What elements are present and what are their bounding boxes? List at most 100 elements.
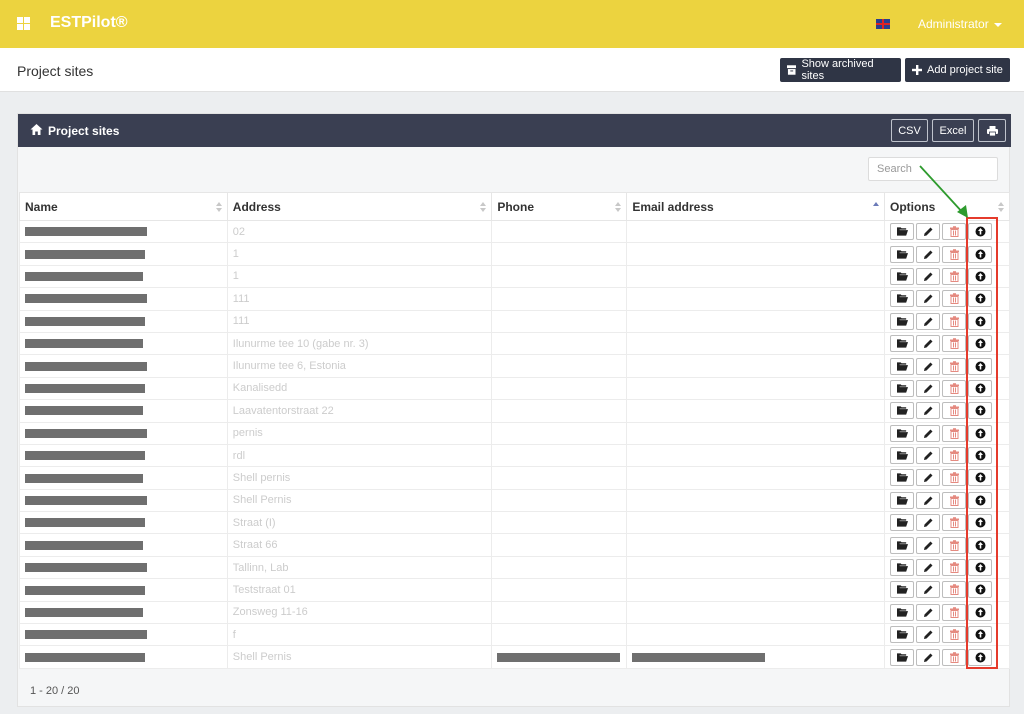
info-button[interactable]	[968, 581, 993, 599]
table-row[interactable]: Shell Pernis	[19, 645, 1010, 669]
name-cell[interactable]	[19, 466, 228, 490]
table-row[interactable]: Kanalisedd	[19, 376, 1010, 401]
name-cell[interactable]	[19, 354, 228, 378]
edit-button[interactable]	[916, 559, 941, 577]
name-cell[interactable]	[19, 511, 228, 535]
name-cell[interactable]	[19, 219, 228, 244]
open-button[interactable]	[890, 514, 915, 532]
delete-button[interactable]	[942, 245, 967, 263]
name-cell[interactable]	[19, 623, 228, 647]
delete-button[interactable]	[942, 424, 967, 442]
edit-button[interactable]	[916, 491, 941, 509]
table-row[interactable]: Zonsweg 11-16	[19, 600, 1010, 625]
info-button[interactable]	[968, 536, 993, 554]
edit-button[interactable]	[916, 447, 941, 465]
info-button[interactable]	[968, 626, 993, 644]
delete-button[interactable]	[942, 491, 967, 509]
open-button[interactable]	[890, 626, 915, 644]
table-row[interactable]: Tallinn, Lab	[19, 555, 1010, 580]
name-cell[interactable]	[19, 443, 228, 468]
delete-button[interactable]	[942, 223, 967, 241]
table-row[interactable]: 111	[19, 309, 1010, 333]
name-cell[interactable]	[19, 331, 228, 356]
open-button[interactable]	[890, 581, 915, 599]
print-button[interactable]	[978, 119, 1006, 142]
open-button[interactable]	[890, 223, 915, 241]
info-button[interactable]	[968, 491, 993, 509]
edit-button[interactable]	[916, 223, 941, 241]
name-cell[interactable]	[19, 264, 228, 289]
open-button[interactable]	[890, 424, 915, 442]
table-row[interactable]: Shell pernis	[19, 466, 1010, 490]
name-cell[interactable]	[19, 287, 228, 311]
info-button[interactable]	[968, 559, 993, 577]
edit-button[interactable]	[916, 469, 941, 487]
column-header-address[interactable]: Address	[226, 192, 493, 221]
column-header-email[interactable]: Email address	[626, 192, 886, 221]
edit-button[interactable]	[916, 245, 941, 263]
add-project-site-button[interactable]: Add project site	[905, 58, 1010, 82]
info-button[interactable]	[968, 379, 993, 397]
info-button[interactable]	[968, 267, 993, 285]
open-button[interactable]	[890, 491, 915, 509]
delete-button[interactable]	[942, 581, 967, 599]
name-cell[interactable]	[19, 488, 228, 513]
open-button[interactable]	[890, 447, 915, 465]
edit-button[interactable]	[916, 402, 941, 420]
table-row[interactable]: Laavatentorstraat 22	[19, 399, 1010, 423]
info-button[interactable]	[968, 290, 993, 308]
table-row[interactable]: Shell Pernis	[19, 488, 1010, 513]
open-button[interactable]	[890, 559, 915, 577]
delete-button[interactable]	[942, 469, 967, 487]
edit-button[interactable]	[916, 335, 941, 353]
info-button[interactable]	[968, 514, 993, 532]
open-button[interactable]	[890, 290, 915, 308]
column-header-name[interactable]: Name	[19, 192, 228, 221]
open-button[interactable]	[890, 648, 915, 666]
uk-flag-icon[interactable]	[876, 19, 890, 29]
csv-button[interactable]: CSV	[891, 119, 928, 142]
name-cell[interactable]	[19, 399, 228, 423]
search-input[interactable]: Search	[868, 157, 998, 181]
edit-button[interactable]	[916, 603, 941, 621]
table-row[interactable]: Teststraat 01	[19, 578, 1010, 602]
delete-button[interactable]	[942, 648, 967, 666]
info-button[interactable]	[968, 223, 993, 241]
name-cell[interactable]	[19, 600, 228, 625]
name-cell[interactable]	[19, 645, 228, 669]
edit-button[interactable]	[916, 626, 941, 644]
edit-button[interactable]	[916, 312, 941, 330]
excel-button[interactable]: Excel	[932, 119, 974, 142]
table-row[interactable]: pernis	[19, 421, 1010, 445]
table-row[interactable]: Straat 66	[19, 533, 1010, 557]
open-button[interactable]	[890, 603, 915, 621]
table-row[interactable]: Ilunurme tee 10 (gabe nr. 3)	[19, 331, 1010, 356]
table-row[interactable]: rdl	[19, 443, 1010, 468]
open-button[interactable]	[890, 536, 915, 554]
table-row[interactable]: 1	[19, 242, 1010, 266]
delete-button[interactable]	[942, 514, 967, 532]
open-button[interactable]	[890, 402, 915, 420]
name-cell[interactable]	[19, 533, 228, 557]
column-header-options[interactable]: Options	[884, 192, 1010, 221]
open-button[interactable]	[890, 267, 915, 285]
open-button[interactable]	[890, 335, 915, 353]
info-button[interactable]	[968, 245, 993, 263]
info-button[interactable]	[968, 357, 993, 375]
delete-button[interactable]	[942, 402, 967, 420]
apps-grid-icon[interactable]	[17, 17, 30, 30]
delete-button[interactable]	[942, 379, 967, 397]
info-button[interactable]	[968, 424, 993, 442]
show-archived-button[interactable]: Show archived sites	[780, 58, 901, 82]
info-button[interactable]	[968, 402, 993, 420]
edit-button[interactable]	[916, 536, 941, 554]
table-row[interactable]: 111	[19, 287, 1010, 311]
brand-name[interactable]: ESTPilot®	[50, 14, 128, 32]
delete-button[interactable]	[942, 536, 967, 554]
edit-button[interactable]	[916, 514, 941, 532]
edit-button[interactable]	[916, 290, 941, 308]
open-button[interactable]	[890, 469, 915, 487]
delete-button[interactable]	[942, 312, 967, 330]
user-menu[interactable]: Administrator	[918, 17, 1002, 31]
open-button[interactable]	[890, 245, 915, 263]
